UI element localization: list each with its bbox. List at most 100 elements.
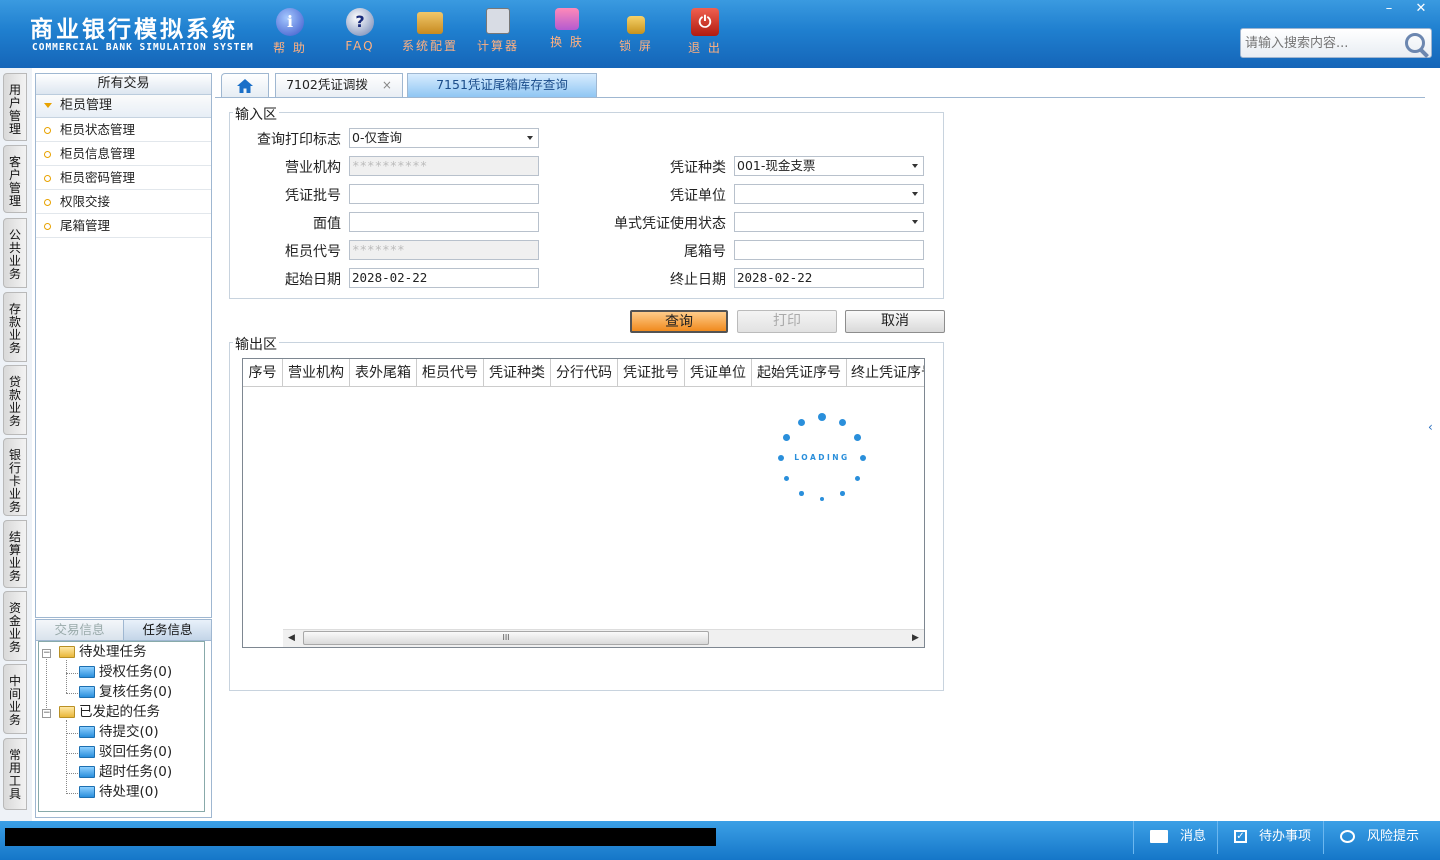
end-date-label: 终止日期 (670, 272, 726, 288)
scroll-thumb[interactable]: III (303, 631, 709, 645)
tree-node-to-submit[interactable]: 待提交(0) (79, 722, 159, 742)
help-icon: i (276, 8, 304, 36)
menu-item-label: 尾箱管理 (60, 218, 111, 233)
input-area-legend: 输入区 (233, 104, 279, 124)
tree-node-rejected[interactable]: 驳回任务(0) (79, 742, 172, 762)
tab-voucher-box-inventory[interactable]: 7151凭证尾箱库存查询 (407, 73, 597, 97)
face-value-input[interactable] (349, 212, 539, 232)
print-flag-label: 查询打印标志 (257, 132, 341, 148)
org-input[interactable]: ********** (349, 156, 539, 176)
menu-item-teller-info[interactable]: 柜员信息管理 (36, 142, 211, 166)
tree-node-review[interactable]: 复核任务(0) (79, 682, 172, 702)
folder-open-icon (59, 706, 75, 718)
vtab-deposit-business[interactable]: 存款业务 (3, 292, 27, 362)
help-button[interactable]: i 帮 助 (257, 8, 323, 56)
col-header-end-seq[interactable]: 终止凭证序号 (847, 359, 924, 387)
calculator-label: 计算器 (476, 39, 519, 53)
tree-node-label: 待提交(0) (99, 724, 159, 740)
tab-label: 7102凭证调拨 (286, 77, 368, 92)
menu-group-teller-mgmt[interactable]: 柜员管理 (36, 95, 211, 118)
calculator-button[interactable]: 计算器 (465, 8, 531, 54)
start-date-label: 起始日期 (285, 272, 341, 288)
tree-node-pending[interactable]: 待处理任务 (59, 642, 147, 662)
tab-home[interactable] (221, 73, 269, 97)
col-header-teller[interactable]: 柜员代号 (417, 359, 484, 387)
loading-dot (783, 434, 790, 441)
col-header-org[interactable]: 营业机构 (283, 359, 350, 387)
tab-task-info[interactable]: 任务信息 (124, 620, 211, 640)
minimize-button[interactable]: – (1374, 0, 1404, 18)
usage-status-select[interactable] (734, 212, 924, 232)
menu-item-permission-handover[interactable]: 权限交接 (36, 190, 211, 214)
voucher-type-select[interactable]: 001-现金支票 (734, 156, 924, 176)
loading-dot (859, 454, 867, 462)
bullet-icon (44, 175, 51, 182)
menu-item-teller-status[interactable]: 柜员状态管理 (36, 118, 211, 142)
tree-node-label: 超时任务(0) (99, 764, 173, 780)
status-bar: 消息 ✓ 待办事项 风险提示 (0, 821, 1440, 860)
tree-node-authorize[interactable]: 授权任务(0) (79, 662, 172, 682)
menu-item-cash-box[interactable]: 尾箱管理 (36, 214, 211, 238)
vtab-intermediary-business[interactable]: 中间业务 (3, 664, 27, 734)
exit-button[interactable]: ⏻ 退 出 (672, 8, 738, 56)
mail-icon (1150, 830, 1168, 843)
col-header-unit[interactable]: 凭证单位 (685, 359, 752, 387)
home-icon (237, 79, 253, 93)
search-icon[interactable] (1405, 33, 1425, 53)
horizontal-scrollbar[interactable]: ◀ III ▶ (283, 629, 924, 647)
config-icon (417, 12, 443, 34)
tab-voucher-allocation[interactable]: 7102凭证调拨 × (275, 73, 403, 97)
col-header-branch-code[interactable]: 分行代码 (551, 359, 618, 387)
risk-alert-button[interactable]: 风险提示 (1323, 821, 1419, 854)
bullet-icon (44, 223, 51, 230)
collapse-right-panel-icon[interactable]: ‹ (1428, 420, 1440, 466)
skin-button[interactable]: 换 肤 (534, 8, 600, 50)
todo-button[interactable]: ✓ 待办事项 (1217, 821, 1311, 854)
vtab-settlement-business[interactable]: 结算业务 (3, 520, 27, 588)
lock-icon (627, 16, 645, 34)
lock-button[interactable]: 锁 屏 (603, 8, 669, 54)
config-button[interactable]: 系统配置 (397, 8, 463, 54)
collapse-toggle-icon[interactable]: − (42, 649, 51, 658)
unit-select[interactable] (734, 184, 924, 204)
tree-node-to-process[interactable]: 待处理(0) (79, 782, 159, 802)
teller-input[interactable]: ******* (349, 240, 539, 260)
col-header-voucher-type[interactable]: 凭证种类 (484, 359, 551, 387)
print-flag-select[interactable]: 0-仅查询 (349, 128, 539, 148)
close-tab-icon[interactable]: × (382, 78, 392, 92)
faq-button[interactable]: ? FAQ (327, 8, 393, 53)
vtab-fund-business[interactable]: 资金业务 (3, 591, 27, 661)
checkbox-icon: ✓ (1234, 830, 1247, 843)
vtab-customer-mgmt[interactable]: 客户管理 (3, 145, 27, 213)
vtab-common-tools[interactable]: 常用工具 (3, 738, 27, 810)
col-header-batch[interactable]: 凭证批号 (618, 359, 685, 387)
loading-dot (840, 491, 845, 496)
tab-trade-info[interactable]: 交易信息 (36, 620, 124, 640)
box-no-input[interactable] (734, 240, 924, 260)
start-date-input[interactable]: 2028-02-22 (349, 268, 539, 288)
vtab-public-business[interactable]: 公共业务 (3, 218, 27, 288)
bullet-icon (44, 199, 51, 206)
end-date-input[interactable]: 2028-02-22 (734, 268, 924, 288)
batch-input[interactable] (349, 184, 539, 204)
scroll-left-icon[interactable]: ◀ (283, 630, 300, 647)
messages-label: 消息 (1180, 829, 1207, 844)
col-header-seq[interactable]: 序号 (243, 359, 283, 387)
loading-dot (777, 454, 785, 462)
messages-button[interactable]: 消息 (1133, 821, 1206, 854)
scroll-right-icon[interactable]: ▶ (907, 630, 924, 647)
menu-item-teller-password[interactable]: 柜员密码管理 (36, 166, 211, 190)
search-input[interactable] (1241, 29, 1409, 57)
col-header-offsheet-box[interactable]: 表外尾箱 (350, 359, 417, 387)
vtab-card-business[interactable]: 银行卡业务 (3, 438, 27, 516)
tree-node-started[interactable]: 已发起的任务 (59, 702, 160, 722)
col-header-start-seq[interactable]: 起始凭证序号 (752, 359, 847, 387)
vtab-loan-business[interactable]: 贷款业务 (3, 365, 27, 435)
query-button[interactable]: 查询 (630, 310, 728, 333)
print-button[interactable]: 打印 (737, 310, 837, 333)
collapse-toggle-icon[interactable]: − (42, 709, 51, 718)
vtab-user-mgmt[interactable]: 用户管理 (3, 73, 27, 141)
tree-node-timeout[interactable]: 超时任务(0) (79, 762, 172, 782)
close-window-button[interactable]: ✕ (1406, 0, 1436, 18)
cancel-button[interactable]: 取消 (845, 310, 945, 333)
